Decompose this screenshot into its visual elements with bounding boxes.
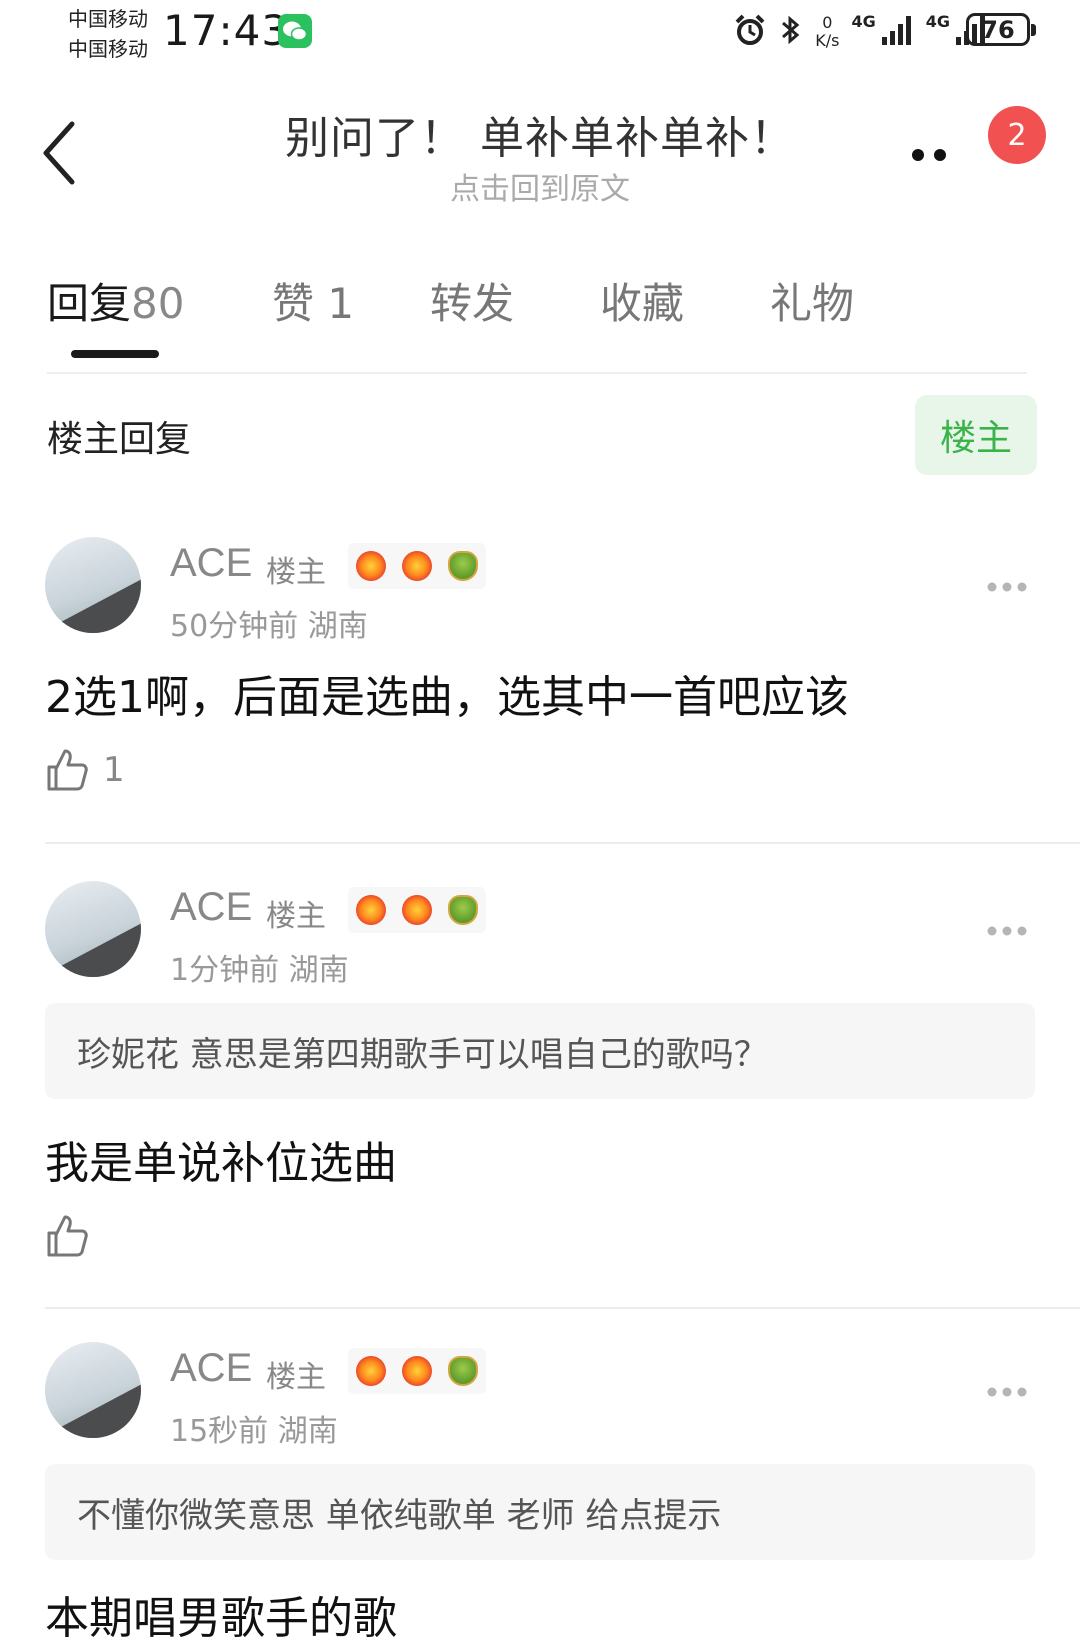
reply-time: 50分钟前 xyxy=(170,609,299,644)
user-badges[interactable] xyxy=(348,1348,486,1394)
notification-badge: 2 xyxy=(988,106,1046,164)
reply-more-button[interactable] xyxy=(986,579,1028,593)
network-speed-unit: K/s xyxy=(815,31,840,50)
burst-icon xyxy=(402,1356,432,1386)
network-type-2: 4G xyxy=(925,12,950,31)
tab-count: 1 xyxy=(327,279,355,328)
dragon-icon xyxy=(448,895,478,925)
user-badges[interactable] xyxy=(348,543,486,589)
op-tag: 楼主 xyxy=(266,1360,326,1395)
battery-indicator: 76 xyxy=(966,13,1036,46)
op-tag: 楼主 xyxy=(266,555,326,590)
tab-label: 礼物 xyxy=(770,279,855,328)
avatar[interactable] xyxy=(45,1342,141,1438)
section-title: 楼主回复 xyxy=(47,419,192,460)
more-options-button[interactable] xyxy=(910,140,970,170)
network-type-1: 4G xyxy=(851,12,876,31)
burst-icon xyxy=(402,895,432,925)
dragon-icon xyxy=(448,1356,478,1386)
avatar[interactable] xyxy=(45,537,141,633)
wechat-icon xyxy=(278,14,312,48)
status-time: 17:43 xyxy=(163,6,290,55)
reply-meta: 1分钟前 湖南 xyxy=(170,945,349,989)
reply-divider xyxy=(45,842,1080,844)
chevron-left-icon xyxy=(43,121,75,185)
reply-meta: 15秒前 湖南 xyxy=(170,1406,338,1450)
more-dots-icon xyxy=(912,149,946,161)
active-tab-indicator xyxy=(71,350,159,358)
burst-icon xyxy=(356,895,386,925)
reply-location: 湖南 xyxy=(277,1414,338,1449)
reply-meta: 50分钟前 湖南 xyxy=(170,601,368,645)
op-tag: 楼主 xyxy=(266,899,326,934)
burst-icon xyxy=(356,1356,386,1386)
carrier-names: 中国移动 中国移动 xyxy=(68,4,148,64)
more-dots-icon xyxy=(987,1387,1027,1397)
user-name[interactable]: ACE xyxy=(170,885,252,930)
tab-label: 回复 xyxy=(47,279,132,328)
reply-body: 本期唱男歌手的歌 xyxy=(45,1593,397,1644)
post-title: 别问了！ 单补单补单补！ xyxy=(285,113,795,164)
reply-tabs: 回复80 赞 1 转发 收藏 礼物 xyxy=(47,270,1027,360)
tabs-divider xyxy=(47,372,1027,374)
burst-icon xyxy=(356,551,386,581)
status-icons: 0 K/s 4G 4G xyxy=(733,10,988,54)
reply-divider xyxy=(45,1307,1080,1309)
bluetooth-icon xyxy=(779,13,803,51)
like-button[interactable]: 1 xyxy=(45,745,125,795)
tab-reposts[interactable]: 转发 xyxy=(430,270,514,331)
like-count: 1 xyxy=(103,750,125,790)
tab-favorites[interactable]: 收藏 xyxy=(600,270,684,331)
dragon-icon xyxy=(448,551,478,581)
signal-icon xyxy=(880,13,914,51)
reply-location: 湖南 xyxy=(307,609,368,644)
tab-label: 收藏 xyxy=(600,279,685,328)
avatar[interactable] xyxy=(45,881,141,977)
tab-gifts[interactable]: 礼物 xyxy=(770,270,854,331)
back-button[interactable] xyxy=(38,118,82,188)
tab-count: 80 xyxy=(131,279,185,328)
user-badges[interactable] xyxy=(348,887,486,933)
reply-time: 15秒前 xyxy=(170,1414,269,1449)
reply-more-button[interactable] xyxy=(986,1384,1028,1398)
alarm-icon xyxy=(733,13,767,51)
network-speed: 0 K/s xyxy=(815,14,839,50)
tab-label: 转发 xyxy=(430,279,515,328)
reply-location: 湖南 xyxy=(288,953,349,988)
user-name[interactable]: ACE xyxy=(170,1346,252,1391)
tab-label: 赞 xyxy=(272,279,315,328)
reply-body: 2选1啊，后面是选曲，选其中一首吧应该 xyxy=(45,672,849,723)
tab-likes[interactable]: 赞 1 xyxy=(272,270,354,331)
reply-body: 我是单说补位选曲 xyxy=(45,1138,397,1189)
burst-icon xyxy=(402,551,432,581)
thumbs-up-icon xyxy=(47,1215,88,1257)
user-name[interactable]: ACE xyxy=(170,541,252,586)
quoted-reply[interactable]: 不懂你微笑意思 单依纯歌单 老师 给点提示 xyxy=(45,1464,1035,1560)
like-button[interactable] xyxy=(45,1211,103,1261)
more-dots-icon xyxy=(987,926,1027,936)
carrier-1: 中国移动 xyxy=(68,7,148,31)
status-bar: 中国移动 中国移动 17:43 0 K/s 4G 4G 76 xyxy=(0,0,1080,70)
op-filter-button[interactable]: 楼主 xyxy=(915,395,1037,475)
thumbs-up-icon xyxy=(47,749,88,791)
tab-replies[interactable]: 回复80 xyxy=(47,270,184,331)
more-dots-icon xyxy=(987,582,1027,592)
reply-more-button[interactable] xyxy=(986,923,1028,937)
post-header: 别问了！ 单补单补单补！ 点击回到原文 2 xyxy=(0,90,1080,210)
carrier-2: 中国移动 xyxy=(68,37,148,61)
reply-time: 1分钟前 xyxy=(170,953,280,988)
network-speed-value: 0 xyxy=(822,13,833,32)
quoted-reply[interactable]: 珍妮花 意思是第四期歌手可以唱自己的歌吗？ xyxy=(45,1003,1035,1099)
back-to-original-link[interactable]: 点击回到原文 xyxy=(150,164,930,208)
